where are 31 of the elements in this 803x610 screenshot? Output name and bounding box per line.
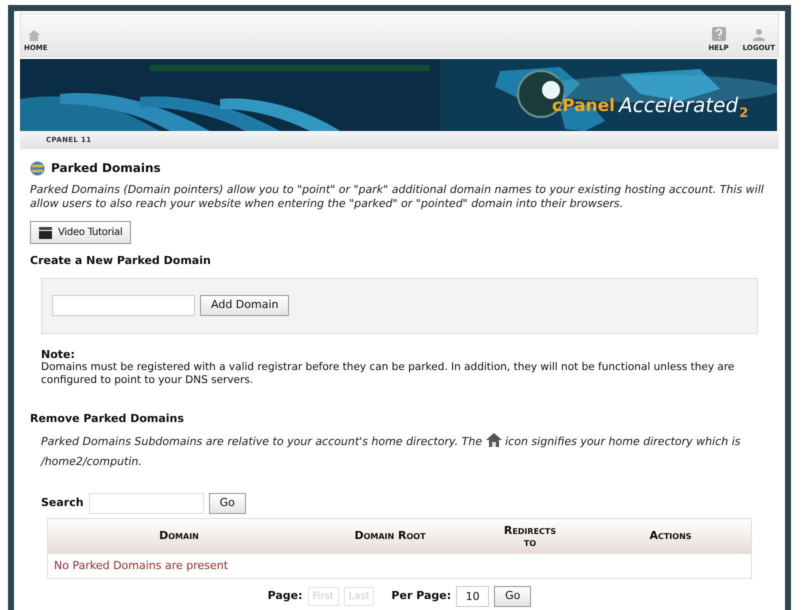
column-header[interactable]: Domain bbox=[48, 528, 310, 545]
help-icon[interactable] bbox=[712, 26, 726, 40]
column-header[interactable]: Domain Root bbox=[310, 528, 470, 545]
page-title: Parked Domains bbox=[51, 160, 161, 177]
version-number: 2 bbox=[739, 107, 748, 120]
section-heading: Create a New Parked Domain bbox=[30, 253, 212, 269]
domain-input[interactable] bbox=[52, 295, 195, 316]
go-button[interactable]: Go bbox=[208, 493, 246, 514]
search-field[interactable] bbox=[88, 493, 204, 514]
column-header[interactable]: Redirects to bbox=[470, 524, 590, 548]
video-tutorial-button[interactable]: Video Tutorial bbox=[30, 221, 132, 244]
search-label: Search bbox=[41, 495, 84, 512]
home-icon[interactable] bbox=[28, 30, 40, 40]
brand-name: cPanel bbox=[552, 98, 616, 115]
product-name: Accelerated bbox=[619, 95, 738, 115]
remove-description: Parked Domains Subdomains are relative to your account's home directory. The icon signifies your home directory which is /home2/computin. bbox=[41, 432, 742, 470]
per-page-field[interactable]: 10 bbox=[456, 586, 490, 607]
user-icon[interactable] bbox=[752, 28, 765, 40]
section-heading: Remove Parked Domains bbox=[30, 410, 185, 426]
globe-icon bbox=[30, 160, 45, 176]
note-label: Note: bbox=[41, 348, 76, 360]
clapperboard-icon bbox=[39, 226, 52, 238]
empty-table-message: No Parked Domains are present bbox=[53, 558, 230, 574]
column-header[interactable]: Actions bbox=[590, 528, 751, 545]
per-page-label: Per Page: bbox=[391, 588, 452, 604]
add-domain-button[interactable]: Add Domain bbox=[200, 295, 290, 316]
page-label: Page: bbox=[268, 588, 303, 604]
note-text: Domains must be registered with a valid registrar before they can be parked. In addition, they will not be functional unless they are configured to point to your DNS servers. bbox=[41, 360, 736, 386]
go-button[interactable]: Go bbox=[494, 586, 532, 607]
home-icon bbox=[486, 433, 502, 447]
page-description: Parked Domains (Domain pointers) allow you to "point" or "park" additional domain names to your existing hosting account. This will allow users to also reach your website when entering the "parked" or "pointed" domain into their browsers. bbox=[30, 183, 765, 211]
